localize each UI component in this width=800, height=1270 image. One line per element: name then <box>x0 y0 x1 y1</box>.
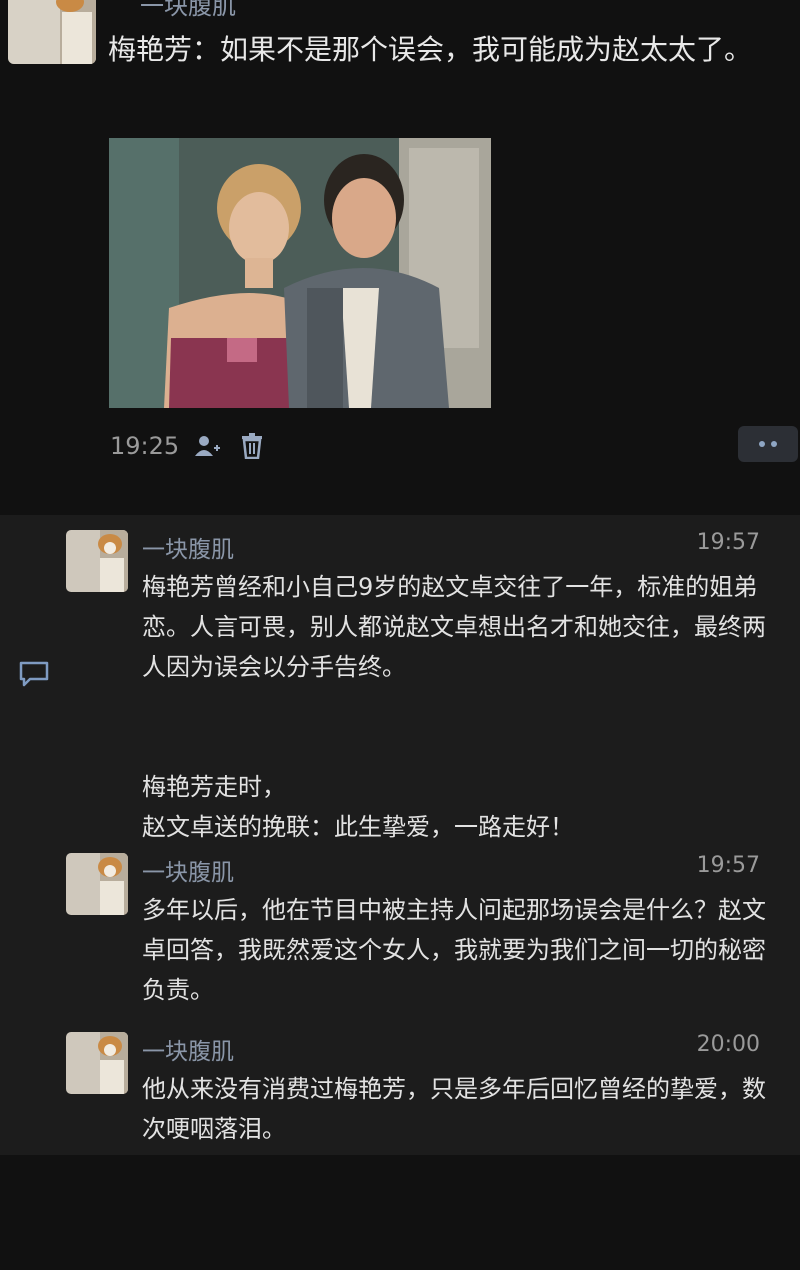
reply-text: 梅艳芳走时， <box>142 773 286 801</box>
avatar[interactable] <box>66 1032 128 1094</box>
post-photo[interactable] <box>109 138 491 408</box>
trash-icon[interactable] <box>241 433 263 459</box>
couple-photo-image <box>109 138 491 408</box>
more-button[interactable] <box>738 426 798 462</box>
dog-avatar-image <box>66 1032 128 1094</box>
reply-author[interactable]: 一块腹肌 <box>142 1032 234 1066</box>
post-meta: 19:25 <box>110 426 283 466</box>
reply-text: 赵文卓送的挽联：此生挚爱，一路走好！ <box>142 813 574 841</box>
reply-author[interactable]: 一块腹肌 <box>142 853 234 887</box>
avatar[interactable] <box>8 0 96 64</box>
more-icon-dot <box>771 441 777 447</box>
reply-text: 梅艳芳曾经和小自己9岁的赵文卓交往了一年，标准的姐弟恋。人言可畏，别人都说赵文卓… <box>142 573 766 681</box>
post-author[interactable]: 一块腹肌 <box>140 0 236 21</box>
avatar[interactable] <box>66 530 128 592</box>
reply-time: 19:57 <box>696 853 760 878</box>
dog-avatar-image <box>66 530 128 592</box>
reply-text: 他从来没有消费过梅艳芳，只是多年后回忆曾经的挚爱，数次哽咽落泪。 <box>142 1075 766 1143</box>
dog-avatar-image <box>66 853 128 915</box>
avatar[interactable] <box>66 853 128 915</box>
user-add-icon[interactable] <box>193 434 221 458</box>
more-icon <box>759 441 765 447</box>
replies-section: 一块腹肌 19:57 梅艳芳曾经和小自己9岁的赵文卓交往了一年，标准的姐弟恋。人… <box>0 515 800 1155</box>
reply-body: 他从来没有消费过梅艳芳，只是多年后回忆曾经的挚爱，数次哽咽落泪。 <box>142 1069 782 1149</box>
reply-text: 多年以后，他在节目中被主持人问起那场误会是什么？赵文卓回答，我既然爱这个女人，我… <box>142 896 766 1004</box>
dog-avatar-image <box>8 0 96 64</box>
page: 一块腹肌 梅艳芳：如果不是那个误会，我可能成为赵太太了。 19:25 一块腹肌 … <box>0 0 800 1270</box>
comment-icon[interactable] <box>18 660 50 692</box>
reply-body: 多年以后，他在节目中被主持人问起那场误会是什么？赵文卓回答，我既然爱这个女人，我… <box>142 890 782 1010</box>
reply-author[interactable]: 一块腹肌 <box>142 530 234 564</box>
reply-body: 梅艳芳曾经和小自己9岁的赵文卓交往了一年，标准的姐弟恋。人言可畏，别人都说赵文卓… <box>142 567 782 847</box>
reply-time: 20:00 <box>696 1032 760 1057</box>
post-text: 梅艳芳：如果不是那个误会，我可能成为赵太太了。 <box>108 33 753 66</box>
reply-time: 19:57 <box>696 530 760 555</box>
reply-spacer <box>142 687 782 767</box>
post-time: 19:25 <box>110 432 180 460</box>
